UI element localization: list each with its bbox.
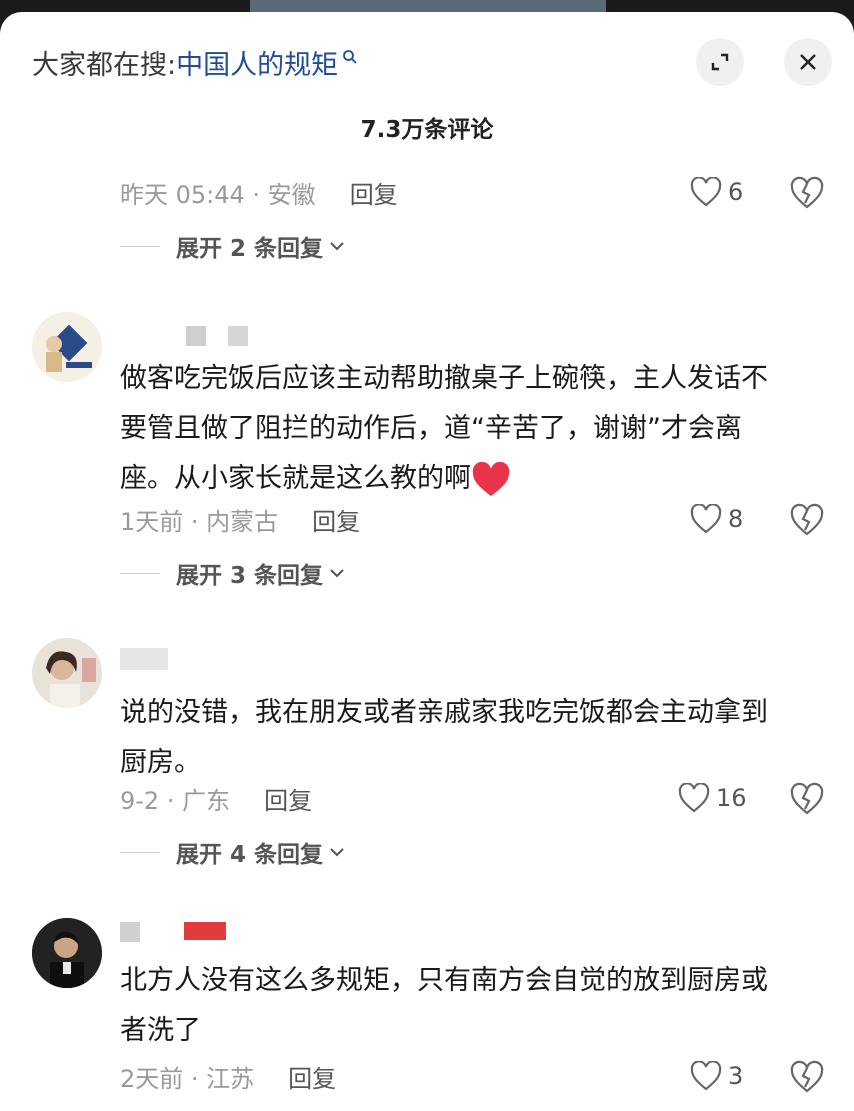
- chevron-down-icon: [330, 242, 344, 251]
- like-count: 6: [728, 178, 744, 206]
- trending-search-prefix: 大家都在搜:: [32, 49, 177, 81]
- expand-replies[interactable]: 展开 2 条回复: [120, 226, 345, 266]
- comment-text: 北方人没有这么多规矩，只有南方会自觉的放到厨房或 者洗了: [120, 956, 828, 1056]
- comment-meta: 9-2 · 广东 回复: [120, 778, 312, 818]
- reply-button[interactable]: 回复: [312, 502, 360, 537]
- comment-meta: 2天前 · 江苏 回复: [120, 1056, 336, 1096]
- dislike-icon[interactable]: [790, 1060, 824, 1094]
- like-icon: [690, 177, 722, 207]
- divider: [120, 245, 160, 247]
- search-icon: [343, 50, 357, 64]
- like-icon: [678, 783, 710, 813]
- comment-meta: 1天前 · 内蒙古 回复: [120, 499, 360, 539]
- comment-time-location: 9-2 · 广东: [120, 786, 231, 815]
- avatar[interactable]: [32, 312, 102, 382]
- like-button[interactable]: 8: [690, 499, 743, 539]
- like-button[interactable]: 6: [690, 172, 743, 212]
- comment-text-line: 座。从小家长就是这么教的啊: [120, 454, 828, 504]
- like-icon: [690, 1061, 722, 1091]
- comments-sheet: 大家都在搜: 中国人的规矩 7.3万条评论 昨天 05:44 · 安徽 回复 6: [0, 12, 854, 1111]
- chevron-down-icon: [330, 848, 344, 857]
- trending-search[interactable]: 大家都在搜: 中国人的规矩: [32, 42, 358, 82]
- comment-text-line: 者洗了: [120, 1015, 201, 1046]
- comment-text-line: 做客吃完饭后应该主动帮助撤桌子上碗筷，主人发话不: [120, 363, 768, 394]
- like-button[interactable]: 3: [690, 1056, 743, 1096]
- like-count: 3: [728, 1062, 744, 1090]
- heart-emoji-icon: [472, 461, 510, 496]
- like-count: 8: [728, 505, 744, 533]
- expand-button[interactable]: [696, 38, 744, 86]
- comment-meta: 昨天 05:44 · 安徽 回复: [120, 172, 398, 212]
- divider: [120, 572, 160, 574]
- avatar[interactable]: [32, 918, 102, 988]
- comment-text: 做客吃完饭后应该主动帮助撤桌子上碗筷，主人发话不 要管且做了阻拦的动作后，道“辛…: [120, 354, 828, 504]
- like-icon: [690, 504, 722, 534]
- like-count: 16: [716, 784, 747, 812]
- comment-time-location: 2天前 · 江苏: [120, 1064, 255, 1093]
- comment-count: 7.3万条评论: [360, 117, 494, 143]
- reply-button[interactable]: 回复: [264, 781, 312, 816]
- reply-button[interactable]: 回复: [350, 175, 398, 210]
- chevron-down-icon: [330, 569, 344, 578]
- close-button[interactable]: [784, 38, 832, 86]
- reply-button[interactable]: 回复: [288, 1059, 336, 1094]
- comment-time-location: 1天前 · 内蒙古: [120, 507, 279, 536]
- comment-text-line: 要管且做了阻拦的动作后，道“辛苦了，谢谢”才会离: [120, 413, 742, 444]
- expand-replies-label: 展开 3 条回复: [176, 563, 324, 589]
- dislike-icon[interactable]: [790, 503, 824, 537]
- trending-search-term[interactable]: 中国人的规矩: [176, 43, 338, 82]
- comment-text-line: 说的没错，我在朋友或者亲戚家我吃完饭都会主动拿到: [120, 697, 768, 728]
- like-button[interactable]: 16: [678, 778, 747, 818]
- expand-replies[interactable]: 展开 4 条回复: [120, 832, 345, 872]
- comment-text-line: 北方人没有这么多规矩，只有南方会自觉的放到厨房或: [120, 965, 768, 996]
- close-icon: [800, 54, 816, 70]
- expand-replies-label: 展开 2 条回复: [176, 236, 324, 262]
- avatar[interactable]: [32, 638, 102, 708]
- expand-icon: [711, 53, 729, 71]
- dislike-icon[interactable]: [790, 176, 824, 210]
- dislike-icon[interactable]: [790, 782, 824, 816]
- expand-replies-label: 展开 4 条回复: [176, 842, 324, 868]
- divider: [120, 851, 160, 853]
- expand-replies[interactable]: 展开 3 条回复: [120, 553, 345, 593]
- comment-time-location: 昨天 05:44 · 安徽: [120, 180, 316, 209]
- comment-text: 说的没错，我在朋友或者亲戚家我吃完饭都会主动拿到 厨房。: [120, 688, 828, 788]
